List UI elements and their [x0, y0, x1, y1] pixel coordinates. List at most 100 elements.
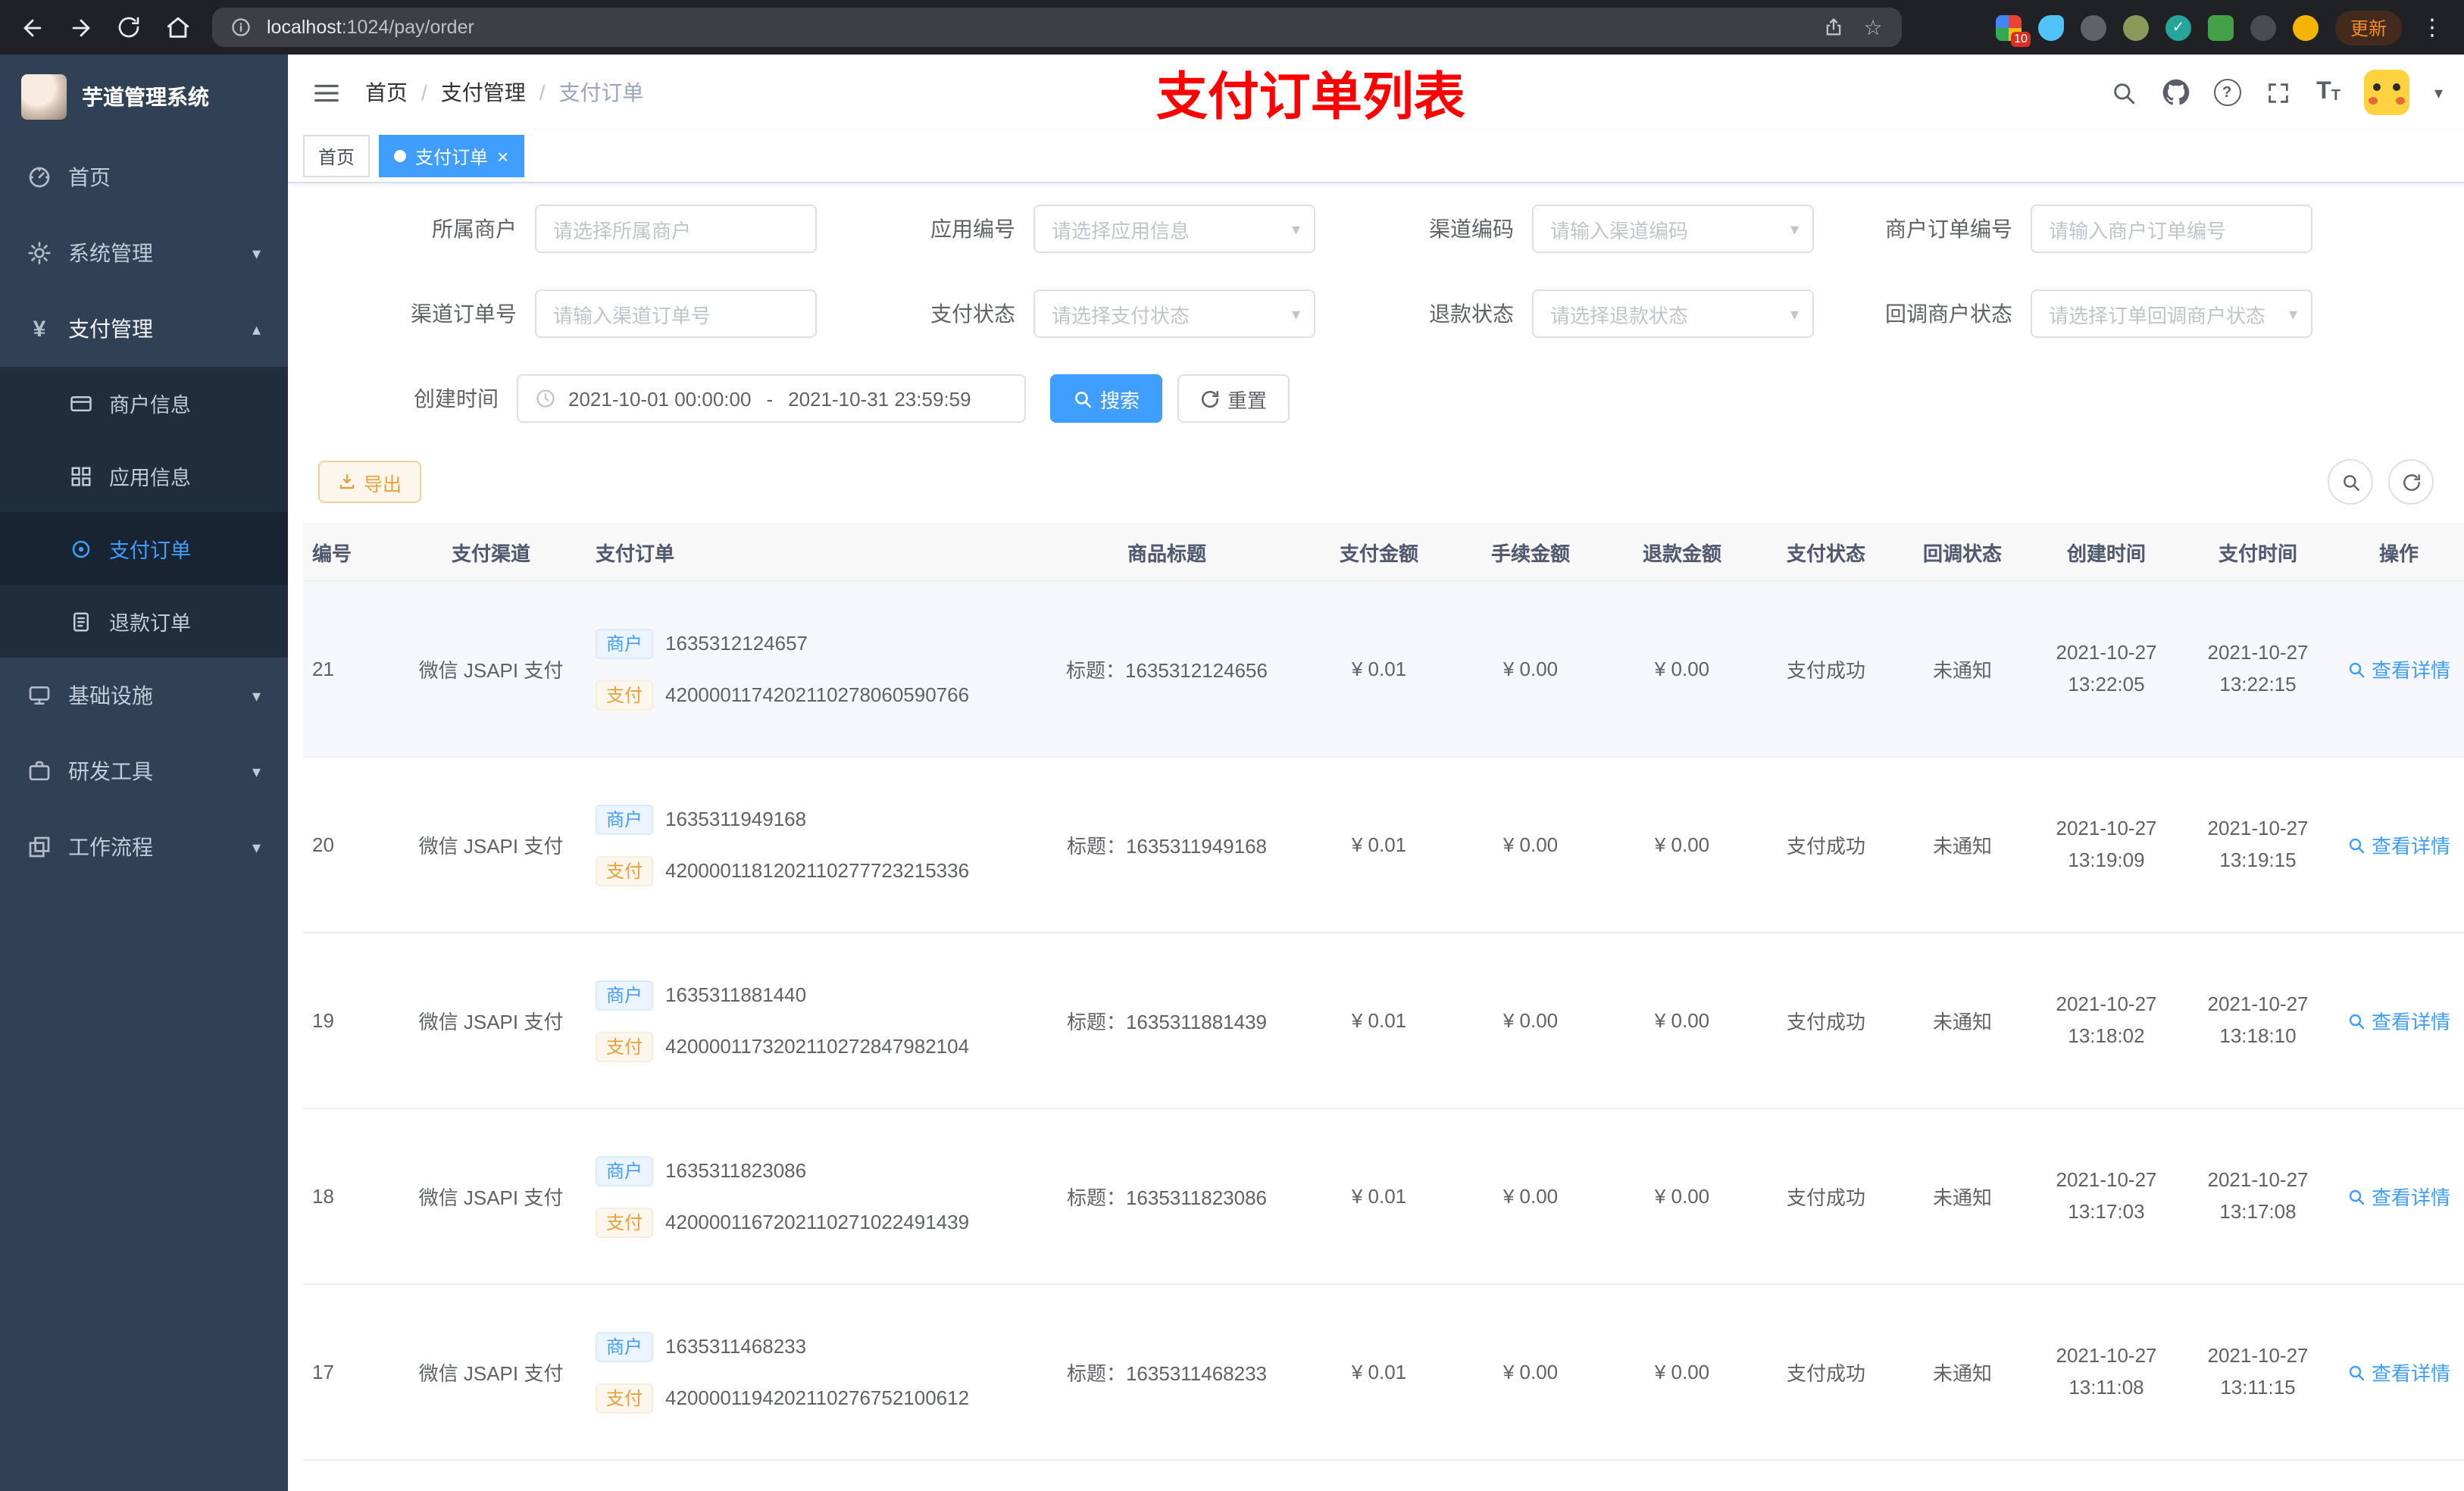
chevron-up-icon: ▴ — [252, 320, 261, 339]
reset-button[interactable]: 重置 — [1177, 374, 1290, 423]
bookmark-star-icon[interactable]: ☆ — [1859, 14, 1887, 41]
fullscreen-icon[interactable] — [2265, 79, 2292, 106]
browser-update-button[interactable]: 更新 — [2334, 10, 2402, 45]
refresh-table-button[interactable] — [2388, 459, 2434, 505]
extension-icon-green[interactable] — [2207, 14, 2234, 40]
refund-amount-cell: ¥ 0.00 — [1654, 833, 1710, 856]
tab-home[interactable]: 首页 — [303, 135, 371, 177]
callback-status-select[interactable]: 请选择订单回调商户状态 ▾ — [2031, 289, 2312, 338]
app-frame: 芋道管理系统 首页 系统管理 ▾ ¥ 支付管理 ▴ 商户信息 应用信息 支付订单… — [0, 55, 2464, 1491]
tab-pay-order[interactable]: 支付订单 × — [379, 135, 524, 177]
extension-icon-dark[interactable] — [2250, 14, 2276, 40]
channel-pay-no: 4200001181202110277723215336 — [665, 859, 970, 882]
chevron-down-icon: ▾ — [252, 687, 261, 705]
site-info-icon[interactable] — [227, 14, 255, 41]
sidebar-toggle-icon[interactable] — [312, 78, 341, 107]
search-button-label: 搜索 — [1100, 389, 1140, 411]
back-icon[interactable] — [18, 14, 45, 41]
url-text: localhost:1024/pay/order — [267, 17, 474, 38]
create-time-range-input[interactable]: 2021-10-01 00:00:00 - 2021-10-31 23:59:5… — [517, 374, 1026, 423]
sidebar-item-label: 工作流程 — [68, 835, 153, 859]
notify-status-cell: 未通知 — [1932, 1186, 1992, 1209]
pay-status-cell: 支付成功 — [1786, 835, 1865, 858]
search-icon[interactable] — [2110, 79, 2137, 106]
action-cell: 查看详情 — [2334, 933, 2464, 1108]
document-icon — [70, 610, 92, 633]
refund-status-select[interactable]: 请选择退款状态 ▾ — [1532, 289, 1814, 338]
app-logo[interactable]: 芋道管理系统 — [0, 55, 288, 139]
channel-code-select[interactable]: 请输入渠道编码 ▾ — [1532, 205, 1814, 253]
user-avatar[interactable] — [2364, 70, 2410, 115]
tab-label: 支付订单 — [415, 146, 489, 167]
github-icon[interactable] — [2162, 79, 2189, 106]
filter-label-pay-status: 支付状态 — [930, 302, 1015, 326]
view-detail-link[interactable]: 查看详情 — [2347, 655, 2450, 683]
share-icon[interactable] — [1820, 14, 1847, 41]
page-content: 所属商户 请选择所属商户 应用编号 请选择应用信息 ▾ 渠道编码 请输入渠道编码 ▾… — [288, 183, 2464, 1491]
pay-channel-cell: 微信 JSAPI 支付 — [418, 1011, 564, 1033]
sidebar-item-system[interactable]: 系统管理 ▾ — [0, 215, 288, 291]
sidebar-item-infra[interactable]: 基础设施 ▾ — [0, 658, 288, 733]
pay-status-cell: 支付成功 — [1786, 1186, 1865, 1209]
extension-icon-blue[interactable] — [2037, 14, 2064, 40]
product-title-cell: 标题：1635311468233 — [1066, 1362, 1268, 1385]
sidebar-item-home[interactable]: 首页 — [0, 139, 288, 215]
pay-time-cell — [2182, 1461, 2334, 1491]
view-detail-link[interactable]: 查看详情 — [2347, 830, 2450, 859]
home-icon[interactable] — [164, 14, 191, 41]
channel-order-no-input[interactable]: 请输入渠道订单号 — [535, 289, 817, 338]
extension-icon-colorful[interactable]: 10 — [1995, 14, 2031, 46]
url-bar[interactable]: localhost:1024/pay/order ☆ — [212, 8, 1902, 47]
date-separator: - — [766, 387, 774, 410]
merchant-tag: 商户 — [596, 1331, 654, 1361]
sidebar-item-payment[interactable]: ¥ 支付管理 ▴ — [0, 291, 288, 367]
pay-status-select[interactable]: 请选择支付状态 ▾ — [1033, 289, 1315, 338]
annotation-title: 支付订单列表 — [1155, 69, 1465, 127]
help-icon[interactable]: ? — [2213, 79, 2241, 106]
sidebar-item-merchant-info[interactable]: 商户信息 — [0, 367, 288, 439]
toggle-search-button[interactable] — [2328, 459, 2373, 505]
fee-amount-cell: ¥ 0.00 — [1502, 833, 1559, 856]
column-header-create-time: 创建时间 — [2066, 542, 2146, 564]
pay-order-cell: 商户 1635311881440 支付 42000011732021102728… — [580, 933, 1030, 1108]
breadcrumb-pay-manage[interactable]: 支付管理 — [441, 77, 526, 108]
sidebar-item-app-info[interactable]: 应用信息 — [0, 439, 288, 512]
channel-pay-no: 4200001173202110272847982104 — [665, 1035, 970, 1058]
close-icon[interactable]: × — [497, 146, 508, 166]
caret-down-icon[interactable]: ▾ — [2434, 83, 2443, 102]
view-detail-link[interactable]: 查看详情 — [2347, 1182, 2450, 1211]
search-button[interactable]: 搜索 — [1050, 374, 1163, 423]
table-row: 商户 1635311151786 支付 查看详情 — [303, 1461, 2464, 1491]
merchant-tag: 商户 — [596, 804, 654, 834]
sidebar-item-pay-order[interactable]: 支付订单 — [0, 512, 288, 585]
merchant-order-no-input[interactable]: 请输入商户订单编号 — [2031, 205, 2312, 253]
sidebar-item-workflow[interactable]: 工作流程 ▾ — [0, 809, 288, 885]
view-detail-link[interactable]: 查看详情 — [2347, 1006, 2450, 1035]
browser-menu-icon[interactable]: ⋮ — [2419, 14, 2446, 41]
sidebar: 芋道管理系统 首页 系统管理 ▾ ¥ 支付管理 ▴ 商户信息 应用信息 支付订单… — [0, 55, 288, 1491]
view-detail-label: 查看详情 — [2371, 1011, 2450, 1033]
tags-view-bar: 首页 支付订单 × — [288, 130, 2464, 183]
app-select[interactable]: 请选择应用信息 ▾ — [1033, 205, 1315, 253]
table-row: 18 微信 JSAPI 支付 商户 1635311823086 支付 42000… — [303, 1109, 2464, 1285]
breadcrumb-separator: / — [539, 80, 546, 105]
breadcrumb-home[interactable]: 首页 — [365, 77, 408, 108]
extension-icon-face[interactable] — [2292, 14, 2319, 40]
export-button[interactable]: 导出 — [318, 461, 422, 503]
sidebar-item-label: 基础设施 — [68, 683, 153, 708]
merchant-order-no: 1635312124657 — [665, 632, 808, 655]
forward-icon[interactable] — [67, 14, 94, 41]
font-size-icon[interactable]: TT — [2316, 80, 2340, 105]
sidebar-item-refund-order[interactable]: 退款订单 — [0, 585, 288, 658]
pay-channel-cell: 微信 JSAPI 支付 — [418, 1186, 564, 1209]
action-cell: 查看详情 — [2334, 1461, 2464, 1491]
view-detail-link[interactable]: 查看详情 — [2347, 1358, 2450, 1386]
app-logo-image — [21, 74, 67, 120]
reload-icon[interactable] — [115, 14, 142, 41]
extension-icon-gray[interactable] — [2080, 14, 2106, 40]
filter-label-merchant: 所属商户 — [432, 217, 517, 241]
extension-icon-olive[interactable] — [2122, 14, 2149, 40]
merchant-select[interactable]: 请选择所属商户 — [535, 205, 817, 253]
sidebar-item-dev-tools[interactable]: 研发工具 ▾ — [0, 733, 288, 809]
extension-icon-check[interactable]: ✓ — [2165, 14, 2191, 40]
